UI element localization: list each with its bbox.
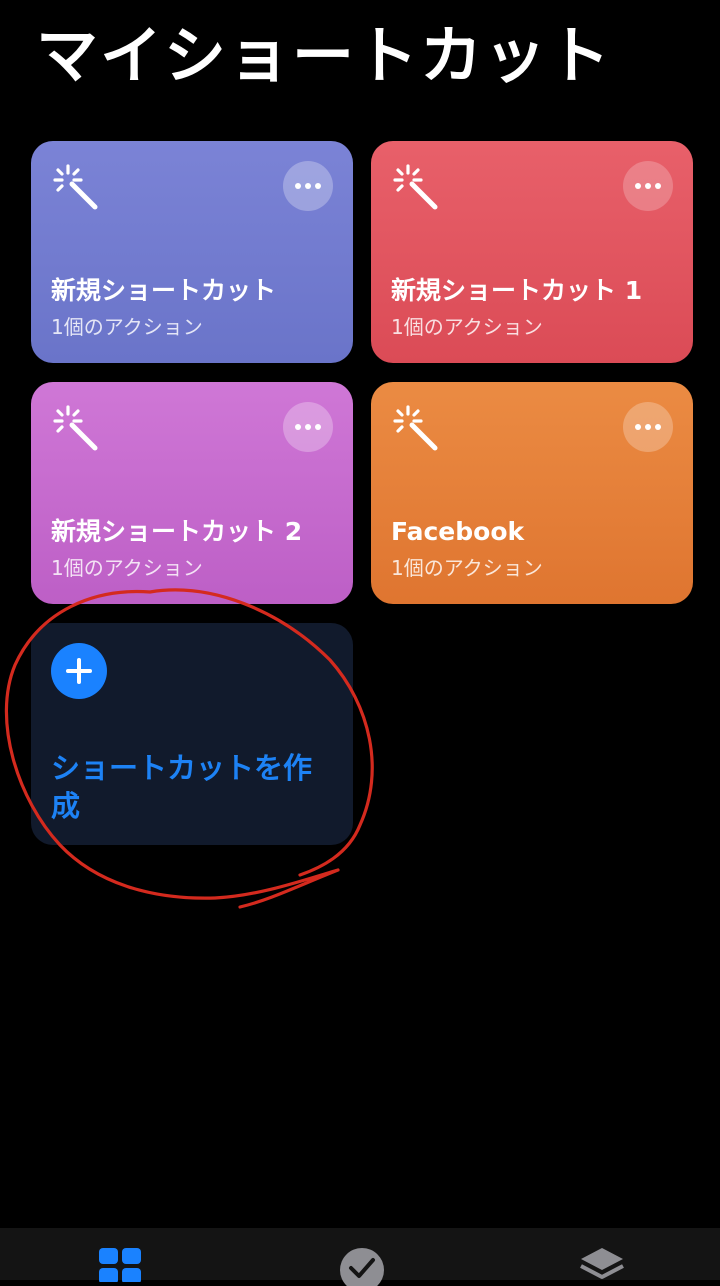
grid-icon	[99, 1248, 141, 1282]
shortcut-name: 新規ショートカット 2	[51, 517, 303, 546]
shortcut-card[interactable]: Facebook 1個のアクション	[371, 382, 693, 604]
create-shortcut-label: ショートカットを作成	[51, 751, 313, 823]
shortcut-name: 新規ショートカット	[51, 276, 277, 305]
shortcut-action-count: 1個のアクション	[391, 556, 543, 580]
more-options-button[interactable]	[623, 161, 673, 211]
tab-gallery[interactable]	[577, 1246, 627, 1286]
stacked-layers-icon	[580, 1248, 624, 1279]
more-options-button[interactable]	[623, 402, 673, 452]
shortcut-action-count: 1個のアクション	[51, 556, 203, 580]
add-shortcut-button[interactable]	[51, 643, 107, 699]
magic-wand-icon	[393, 405, 438, 451]
tab-automation[interactable]	[337, 1246, 387, 1286]
ellipsis-icon	[295, 424, 321, 430]
shortcut-card[interactable]: 新規ショートカット 1 1個のアクション	[371, 141, 693, 363]
more-options-button[interactable]	[283, 161, 333, 211]
shortcut-action-count: 1個のアクション	[51, 315, 203, 339]
shortcut-action-count: 1個のアクション	[391, 315, 543, 339]
shortcut-card[interactable]: 新規ショートカット 1個のアクション	[31, 141, 353, 363]
shortcut-name: Facebook	[391, 517, 525, 546]
ellipsis-icon	[295, 183, 321, 189]
shortcut-card[interactable]: 新規ショートカット 2 1個のアクション	[31, 382, 353, 604]
magic-wand-icon	[393, 164, 438, 210]
magic-wand-icon	[53, 164, 98, 210]
checkmark-circle-icon	[340, 1248, 384, 1286]
page-title: マイショートカット	[36, 19, 613, 92]
tab-bar	[0, 1228, 720, 1286]
magic-wand-icon	[53, 405, 98, 451]
plus-icon	[66, 658, 92, 684]
ellipsis-icon	[635, 183, 661, 189]
more-options-button[interactable]	[283, 402, 333, 452]
ellipsis-icon	[635, 424, 661, 430]
tab-my-shortcuts[interactable]	[95, 1246, 145, 1286]
create-shortcut-card[interactable]: ショートカットを作成	[31, 623, 353, 845]
shortcut-name: 新規ショートカット 1	[391, 276, 643, 305]
